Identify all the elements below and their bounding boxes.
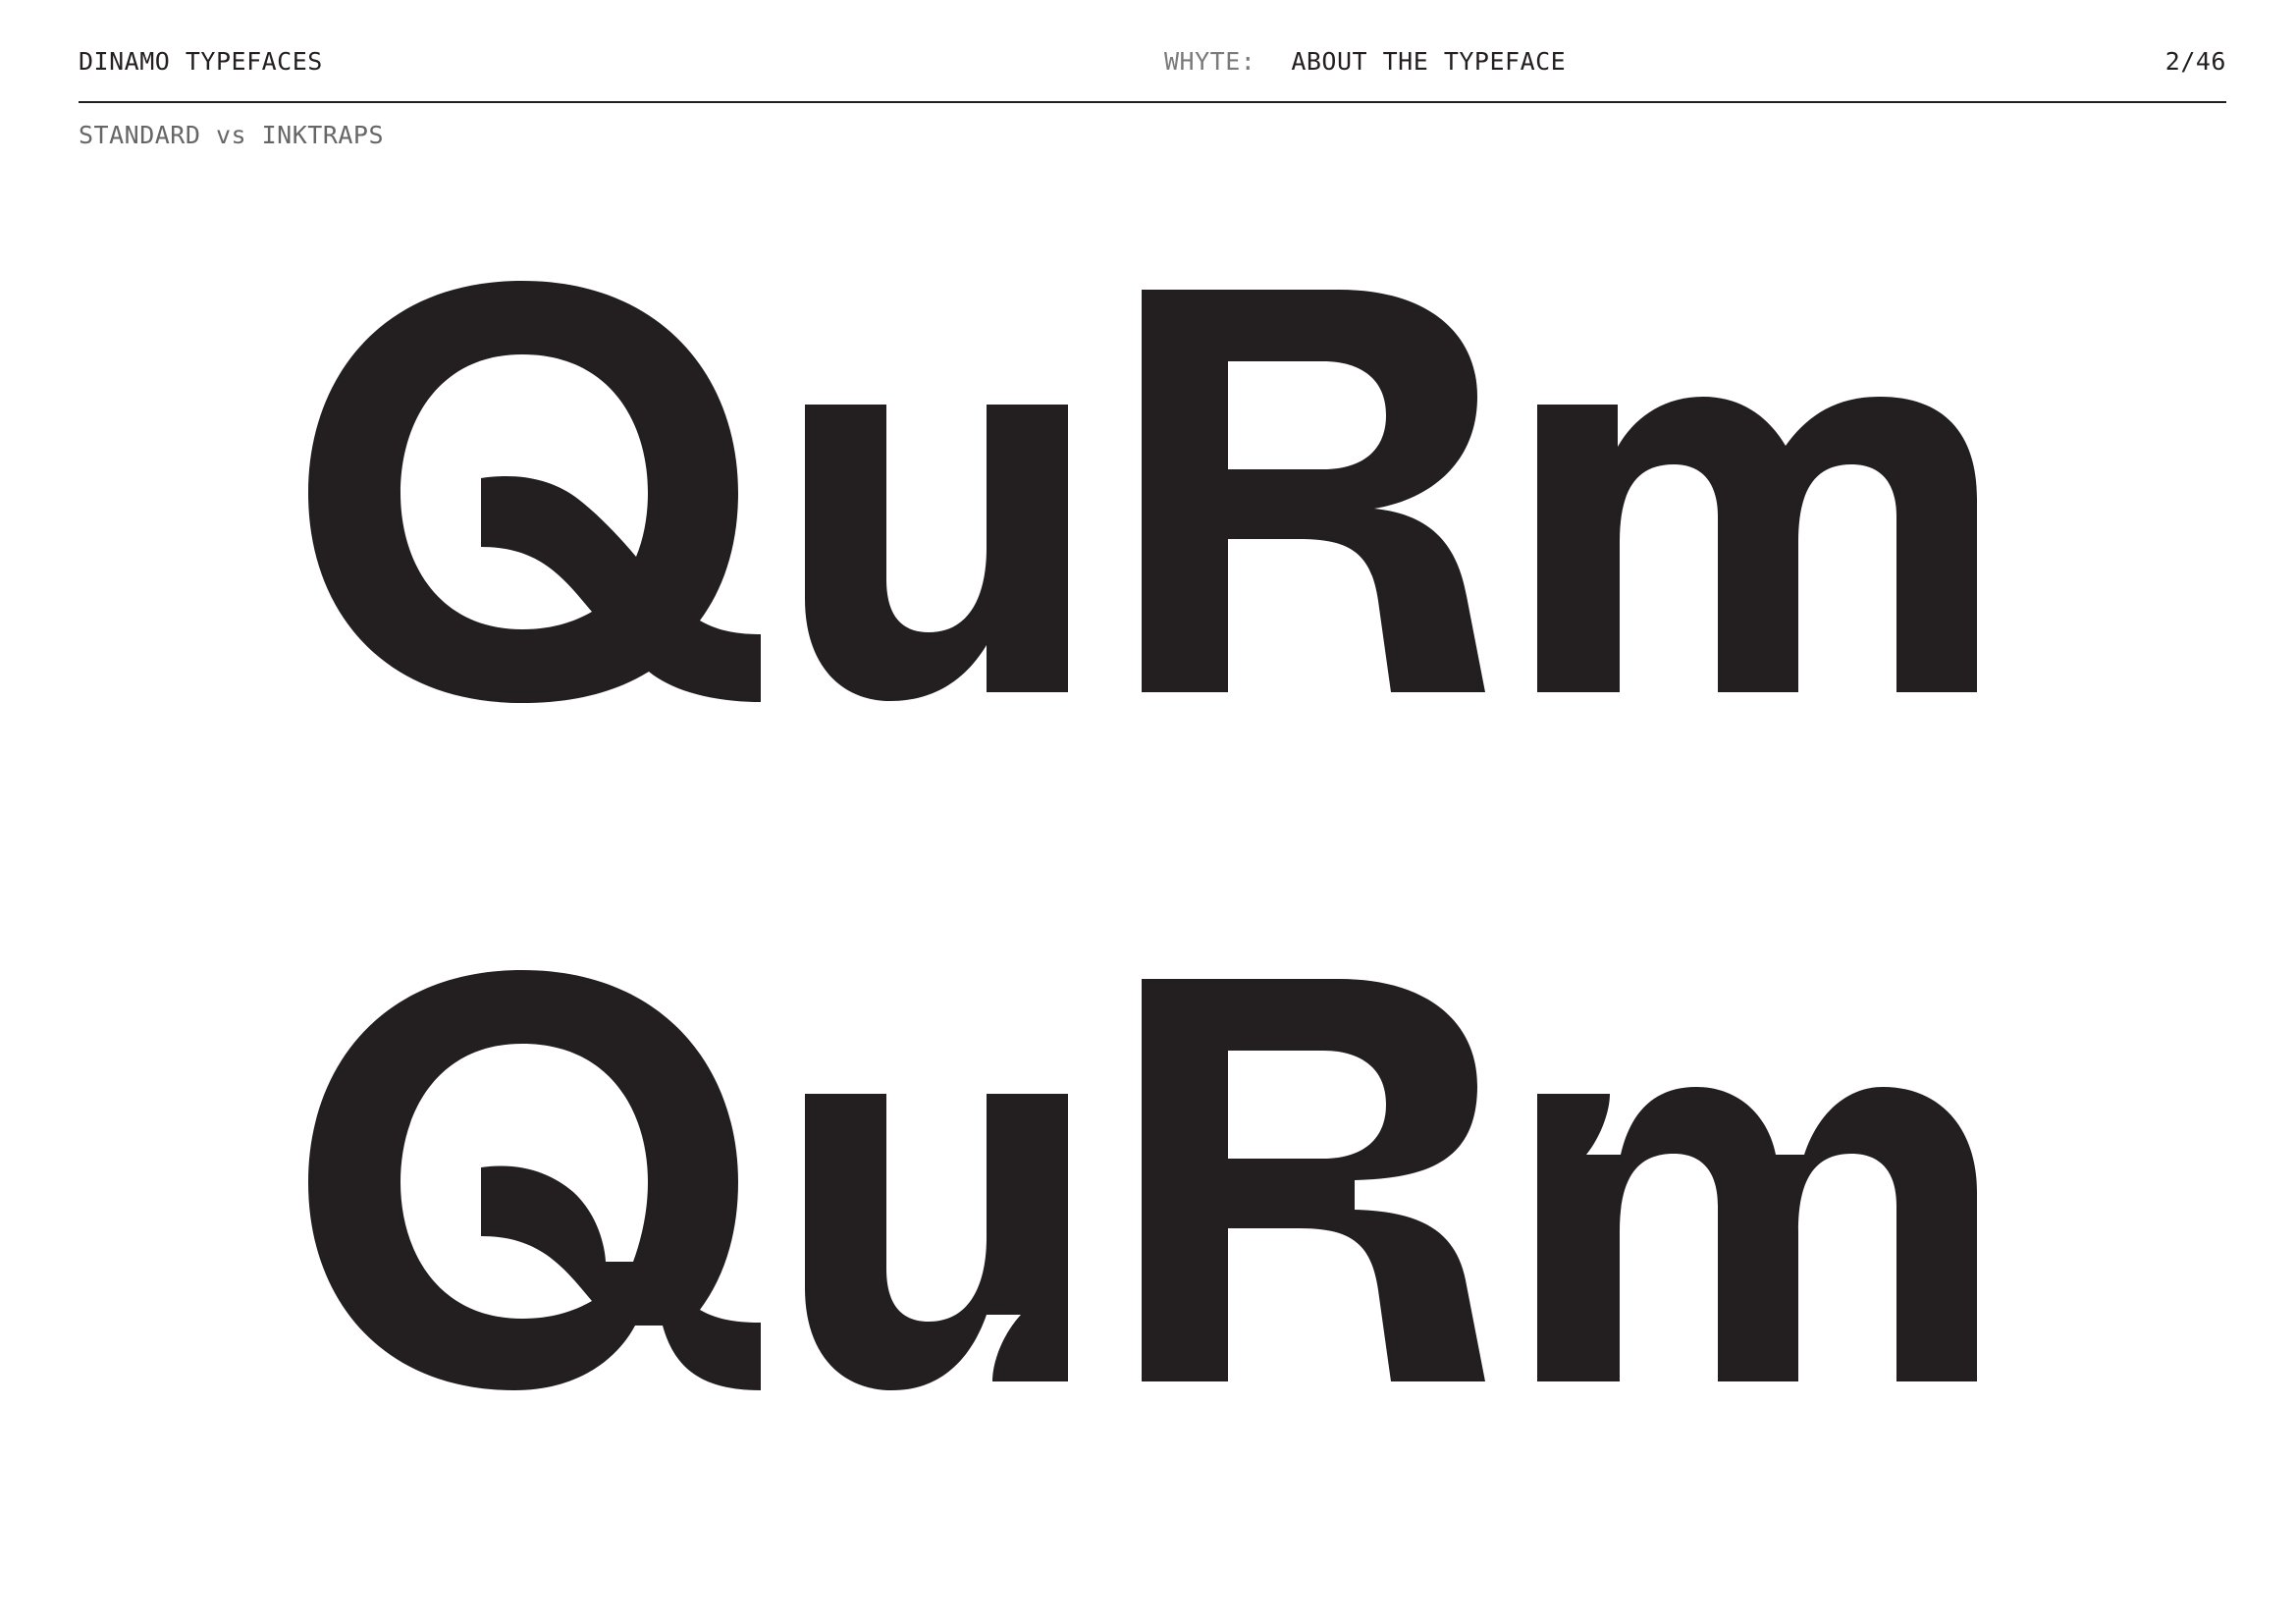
glyph-inktraps-r xyxy=(1142,979,1485,1381)
glyph-standard-u xyxy=(805,405,1068,701)
glyph-standard-m xyxy=(1537,397,1977,692)
specimen-standard xyxy=(308,281,1977,703)
glyph-standard-r xyxy=(1142,290,1485,692)
glyph-inktraps-u xyxy=(805,1094,1068,1390)
type-specimen xyxy=(308,281,1977,1390)
specimen-inktraps xyxy=(308,970,1977,1390)
glyph-standard-q xyxy=(308,281,761,703)
glyph-inktraps-m xyxy=(1537,1087,1977,1381)
glyph-inktraps-q xyxy=(308,970,761,1390)
